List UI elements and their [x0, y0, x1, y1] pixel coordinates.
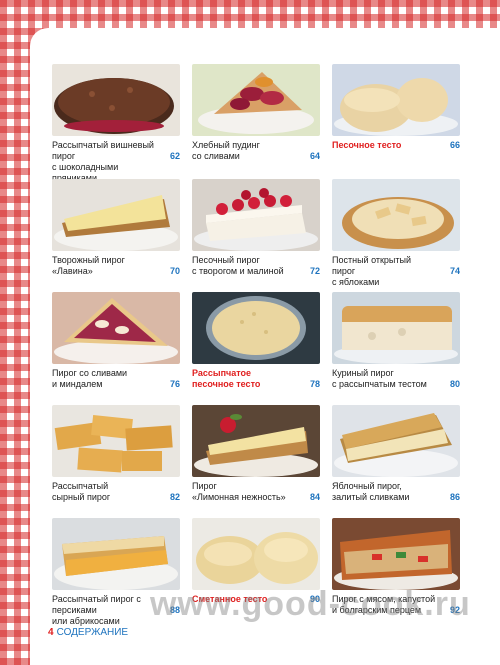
recipe-card[interactable]: Пирог «Лимонная нежность» 84: [192, 405, 320, 517]
footer-section-title: СОДЕРЖАНИЕ: [56, 627, 129, 638]
recipe-title: Пирог со сливами и миндалем: [52, 368, 128, 389]
recipe-page-number: 66: [449, 140, 460, 150]
recipe-photo: [332, 405, 460, 477]
recipe-card[interactable]: Песочный пирог с творогом и малиной 72: [192, 179, 320, 291]
recipe-card[interactable]: Хлебный пудинг со сливами 64: [192, 64, 320, 176]
recipe-page-number: 84: [309, 492, 320, 502]
recipe-title: Хлебный пудинг со сливами: [192, 140, 260, 161]
recipe-page-number: 62: [169, 151, 180, 161]
recipe-page-number: 72: [309, 266, 320, 276]
footer-page-number: 4: [48, 627, 54, 638]
recipe-card[interactable]: Рассыпчатый вишневый пирог с шоколадными…: [52, 64, 180, 183]
recipe-title: Рассыпчатый пирог с персиками или абрико…: [52, 594, 141, 626]
recipe-card[interactable]: Постный открытый пирог с яблоками 74: [332, 179, 460, 291]
recipe-page-number: 82: [169, 492, 180, 502]
recipe-photo: [332, 518, 460, 590]
recipe-photo: [52, 518, 180, 590]
recipe-title: Рассыпчатый сырный пирог: [52, 481, 111, 502]
recipe-photo: [192, 64, 320, 136]
recipe-title: Творожный пирог «Лавина»: [52, 255, 125, 276]
recipe-card[interactable]: Песочное тесто 66: [332, 64, 460, 176]
recipe-title: Рассыпчатое песочное тесто: [192, 368, 261, 389]
recipe-photo: [52, 405, 180, 477]
recipe-photo: [332, 64, 460, 136]
recipe-photo: [192, 405, 320, 477]
recipe-page-number: 64: [309, 151, 320, 161]
recipe-photo: [52, 292, 180, 364]
recipe-photo: [192, 179, 320, 251]
recipe-photo: [192, 292, 320, 364]
recipe-page-number: 74: [449, 266, 460, 276]
recipe-photo: [332, 292, 460, 364]
recipe-title: Постный открытый пирог с яблоками: [332, 255, 412, 287]
recipe-card[interactable]: Творожный пирог «Лавина» 70: [52, 179, 180, 291]
recipe-title: Песочное тесто: [332, 140, 402, 150]
recipe-title: Яблочный пирог, залитый сливками: [332, 481, 410, 502]
recipe-card[interactable]: Куриный пирог с рассыпчатым тестом 80: [332, 292, 460, 404]
recipe-photo: [52, 179, 180, 251]
recipe-card[interactable]: Пирог со сливами и миндалем 76: [52, 292, 180, 404]
contents-page: Рассыпчатый вишневый пирог с шоколадными…: [30, 28, 500, 665]
recipe-title: Песочный пирог с творогом и малиной: [192, 255, 284, 276]
recipe-title: Рассыпчатый вишневый пирог с шоколадными…: [52, 140, 154, 183]
recipe-page-number: 70: [169, 266, 180, 276]
recipe-photo: [192, 518, 320, 590]
recipe-page-number: 80: [449, 379, 460, 389]
site-watermark: www.good-cook.ru: [150, 585, 471, 623]
recipe-card[interactable]: Рассыпчатое песочное тесто 78: [192, 292, 320, 404]
recipe-photo: [332, 179, 460, 251]
recipe-card[interactable]: Рассыпчатый сырный пирог 82: [52, 405, 180, 517]
recipe-card[interactable]: Яблочный пирог, залитый сливками 86: [332, 405, 460, 517]
recipe-page-number: 76: [169, 379, 180, 389]
recipe-page-number: 86: [449, 492, 460, 502]
recipe-title: Куриный пирог с рассыпчатым тестом: [332, 368, 427, 389]
recipe-photo: [52, 64, 180, 136]
recipe-title: Пирог «Лимонная нежность»: [192, 481, 286, 502]
page-footer: 4 СОДЕРЖАНИЕ: [48, 627, 128, 638]
recipe-page-number: 78: [309, 379, 320, 389]
